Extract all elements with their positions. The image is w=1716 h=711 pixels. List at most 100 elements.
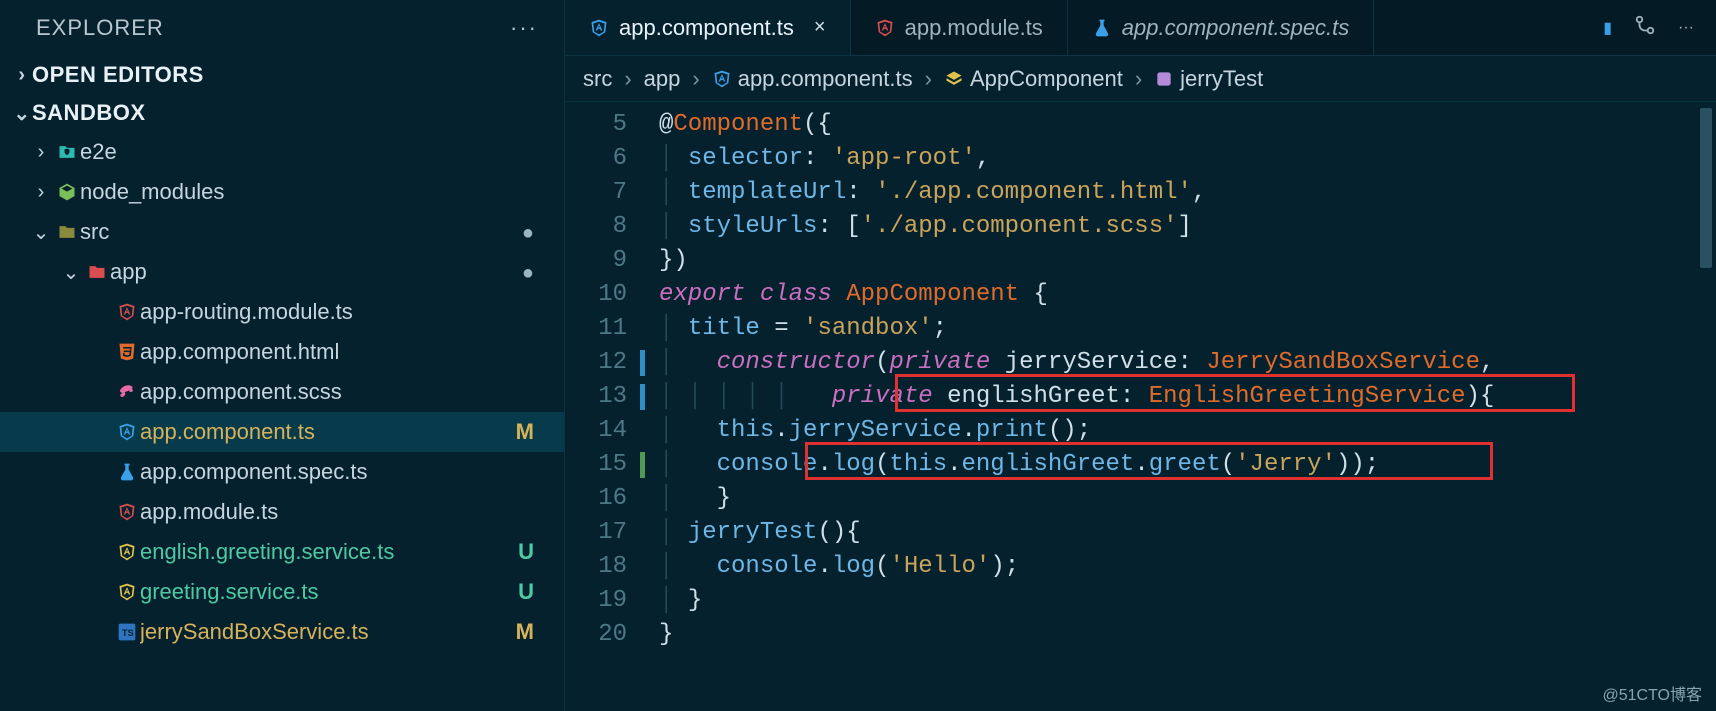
code-line[interactable]: @Component({ xyxy=(645,108,1716,142)
code-line[interactable]: export class AppComponent { xyxy=(645,278,1716,312)
editor-area: app.component.ts×app.module.tsapp.compon… xyxy=(565,0,1716,711)
code-line[interactable]: │ jerryTest(){ xyxy=(645,516,1716,550)
breadcrumb-label: app xyxy=(644,66,681,91)
explorer-more-button[interactable]: ··· xyxy=(500,11,548,45)
line-number: 15 xyxy=(565,448,645,482)
line-number: 18 xyxy=(565,550,645,584)
file-mod[interactable]: app.module.ts xyxy=(0,492,564,532)
modified-dot-icon: ● xyxy=(500,259,534,285)
chevron-right-icon xyxy=(28,141,54,164)
open-editors-label: OPEN EDITORS xyxy=(32,62,204,88)
breadcrumb-separator-icon: › xyxy=(686,66,705,92)
code-line[interactable]: } xyxy=(645,618,1716,652)
file-jsb[interactable]: jerrySandBoxService.tsM xyxy=(0,612,564,652)
chevron-right-icon xyxy=(28,181,54,204)
breadcrumb-segment[interactable]: app xyxy=(644,66,681,92)
git-status-badge: U xyxy=(500,539,534,565)
code-content[interactable]: @Component({│ selector: 'app-root',│ tem… xyxy=(645,102,1716,711)
flask-icon xyxy=(1092,18,1112,38)
code-line[interactable]: │ } xyxy=(645,584,1716,618)
breadcrumb-segment[interactable]: app.component.ts xyxy=(712,66,913,92)
breadcrumbs[interactable]: src›app›app.component.ts›AppComponent›je… xyxy=(565,56,1716,102)
method-icon xyxy=(1154,69,1174,89)
open-changes-button[interactable]: ▮ xyxy=(1603,18,1612,38)
chevron-down-icon xyxy=(12,101,32,126)
ng-blue-icon xyxy=(589,18,609,38)
line-number: 14 xyxy=(565,414,645,448)
tree-item-label: app.module.ts xyxy=(140,499,500,525)
git-status-badge: U xyxy=(500,579,534,605)
code-line[interactable]: │ } xyxy=(645,482,1716,516)
line-number: 19 xyxy=(565,584,645,618)
line-number: 11 xyxy=(565,312,645,346)
close-tab-button[interactable]: × xyxy=(814,16,826,39)
sass-icon xyxy=(114,382,140,402)
tree-item-label: jerrySandBoxService.ts xyxy=(140,619,500,645)
git-status-badge: M xyxy=(500,619,534,645)
ng-red-icon xyxy=(114,302,140,322)
green-cube-icon xyxy=(54,182,80,202)
breadcrumb-separator-icon: › xyxy=(919,66,938,92)
tab-actions: ▮ ··· xyxy=(1581,0,1716,55)
folder-e2e[interactable]: e2e xyxy=(0,132,564,172)
editor-scrollbar[interactable] xyxy=(1698,102,1714,711)
chevron-down-icon xyxy=(58,260,84,285)
breadcrumb-segment[interactable]: jerryTest xyxy=(1154,66,1263,92)
breadcrumb-separator-icon: › xyxy=(1129,66,1148,92)
tree-item-label: app.component.html xyxy=(140,339,500,365)
line-number: 12 xyxy=(565,346,645,380)
line-number: 6 xyxy=(565,142,645,176)
code-editor[interactable]: 567891011121314151617181920 @Component({… xyxy=(565,102,1716,711)
flask-icon xyxy=(114,462,140,482)
class-icon xyxy=(944,69,964,89)
line-number: 17 xyxy=(565,516,645,550)
tab-t2[interactable]: app.module.ts xyxy=(851,0,1068,55)
code-line[interactable]: }) xyxy=(645,244,1716,278)
ng-blue-icon xyxy=(114,422,140,442)
code-line[interactable]: │ │ │ │ │ private englishGreet: EnglishG… xyxy=(645,380,1716,414)
tab-more-button[interactable]: ··· xyxy=(1678,19,1694,37)
breadcrumb-segment[interactable]: src xyxy=(583,66,612,92)
folder-app[interactable]: app● xyxy=(0,252,564,292)
tree-item-label: greeting.service.ts xyxy=(140,579,500,605)
folder-nm[interactable]: node_modules xyxy=(0,172,564,212)
code-line[interactable]: │ console.log(this.englishGreet.greet('J… xyxy=(645,448,1716,482)
explorer-header: EXPLORER ··· xyxy=(0,0,564,56)
file-ts[interactable]: app.component.tsM xyxy=(0,412,564,452)
file-spec[interactable]: app.component.spec.ts xyxy=(0,452,564,492)
code-line[interactable]: │ constructor(private jerryService: Jerr… xyxy=(645,346,1716,380)
file-arm[interactable]: app-routing.module.ts xyxy=(0,292,564,332)
tree-item-label: e2e xyxy=(80,139,500,165)
file-scss[interactable]: app.component.scss xyxy=(0,372,564,412)
folder-src[interactable]: src● xyxy=(0,212,564,252)
tab-t1[interactable]: app.component.ts× xyxy=(565,0,851,55)
line-number: 20 xyxy=(565,618,645,652)
workspace-section[interactable]: SANDBOX xyxy=(0,94,564,132)
breadcrumb-label: src xyxy=(583,66,612,91)
tree-item-label: app-routing.module.ts xyxy=(140,299,500,325)
tree-item-label: app.component.ts xyxy=(140,419,500,445)
code-line[interactable]: │ console.log('Hello'); xyxy=(645,550,1716,584)
code-line[interactable]: │ this.jerryService.print(); xyxy=(645,414,1716,448)
open-editors-section[interactable]: OPEN EDITORS xyxy=(0,56,564,94)
file-grt[interactable]: greeting.service.tsU xyxy=(0,572,564,612)
breadcrumb-label: app.component.ts xyxy=(738,66,913,91)
line-number: 7 xyxy=(565,176,645,210)
teal-shield-icon xyxy=(54,142,80,162)
code-line[interactable]: │ selector: 'app-root', xyxy=(645,142,1716,176)
file-html[interactable]: app.component.html xyxy=(0,332,564,372)
file-eng[interactable]: english.greeting.service.tsU xyxy=(0,532,564,572)
code-line[interactable]: │ styleUrls: ['./app.component.scss'] xyxy=(645,210,1716,244)
tree-item-label: app xyxy=(110,259,500,285)
line-number: 9 xyxy=(565,244,645,278)
code-line[interactable]: │ templateUrl: './app.component.html', xyxy=(645,176,1716,210)
chevron-down-icon xyxy=(28,220,54,245)
breadcrumb-segment[interactable]: AppComponent xyxy=(944,66,1123,92)
modified-dot-icon: ● xyxy=(500,219,534,245)
ng-red-icon xyxy=(875,18,895,38)
code-line[interactable]: │ title = 'sandbox'; xyxy=(645,312,1716,346)
tab-t3[interactable]: app.component.spec.ts xyxy=(1068,0,1374,55)
compare-button[interactable] xyxy=(1634,14,1656,41)
tree-item-label: app.component.spec.ts xyxy=(140,459,500,485)
tree-item-label: src xyxy=(80,219,500,245)
